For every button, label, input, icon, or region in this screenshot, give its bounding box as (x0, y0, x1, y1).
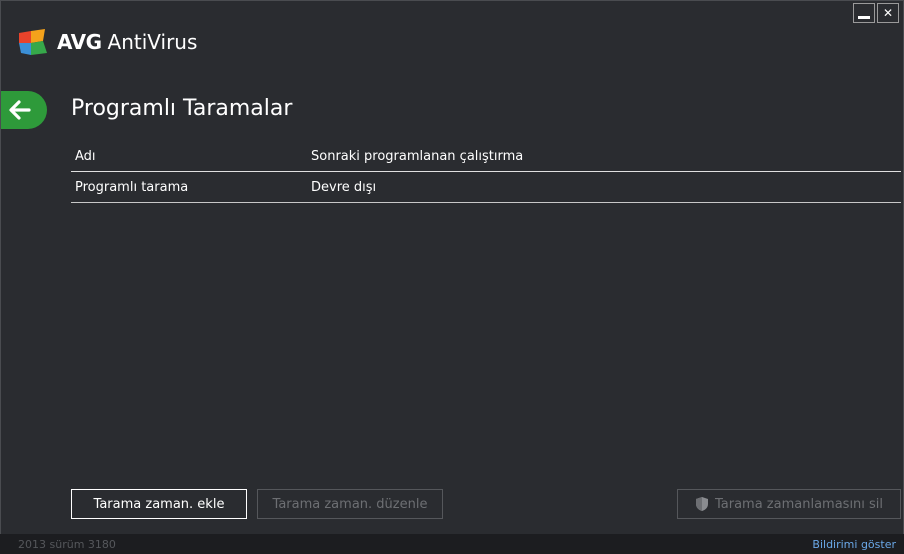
back-button[interactable] (1, 91, 47, 129)
show-notification-link[interactable]: Bildirimi göster (812, 538, 896, 551)
row-name-cell: Programlı tarama (75, 179, 189, 195)
shield-icon (695, 497, 708, 511)
brand-name: AVG (57, 30, 102, 54)
window-controls: ✕ (853, 3, 899, 23)
column-header-name[interactable]: Adı (71, 149, 311, 164)
close-icon: ✕ (882, 6, 894, 20)
edit-schedule-button[interactable]: Tarama zaman. düzenle (257, 489, 443, 519)
delete-schedule-button[interactable]: Tarama zamanlamasını sil (677, 489, 901, 519)
table-row[interactable]: Programlı tarama Devre dışı (71, 172, 901, 203)
product-name: AntiVirus (107, 30, 198, 54)
app-logo: AVG AntiVirus (17, 29, 197, 55)
table-header: Adı Sonraki programlanan çalıştırma (71, 141, 901, 172)
schedules-table: Adı Sonraki programlanan çalıştırma Prog… (71, 141, 901, 203)
status-bar: 2013 sürüm 3180 Bildirimi göster (0, 534, 904, 554)
minimize-icon (858, 15, 870, 19)
add-schedule-button[interactable]: Tarama zaman. ekle (71, 489, 247, 519)
avg-logo-icon (19, 29, 47, 55)
page-title: Programlı Taramalar (71, 96, 293, 121)
main-window: ✕ AVG AntiVirus Programlı Taramalar Adı … (0, 0, 904, 554)
row-next-run-cell: Devre dışı (311, 179, 377, 195)
version-text: 2013 sürüm 3180 (18, 537, 116, 551)
delete-schedule-label: Tarama zamanlamasını sil (714, 496, 884, 512)
minimize-button[interactable] (853, 3, 875, 23)
back-arrow-icon (9, 100, 31, 120)
column-header-next-run[interactable]: Sonraki programlanan çalıştırma (311, 149, 901, 164)
close-button[interactable]: ✕ (877, 3, 899, 23)
